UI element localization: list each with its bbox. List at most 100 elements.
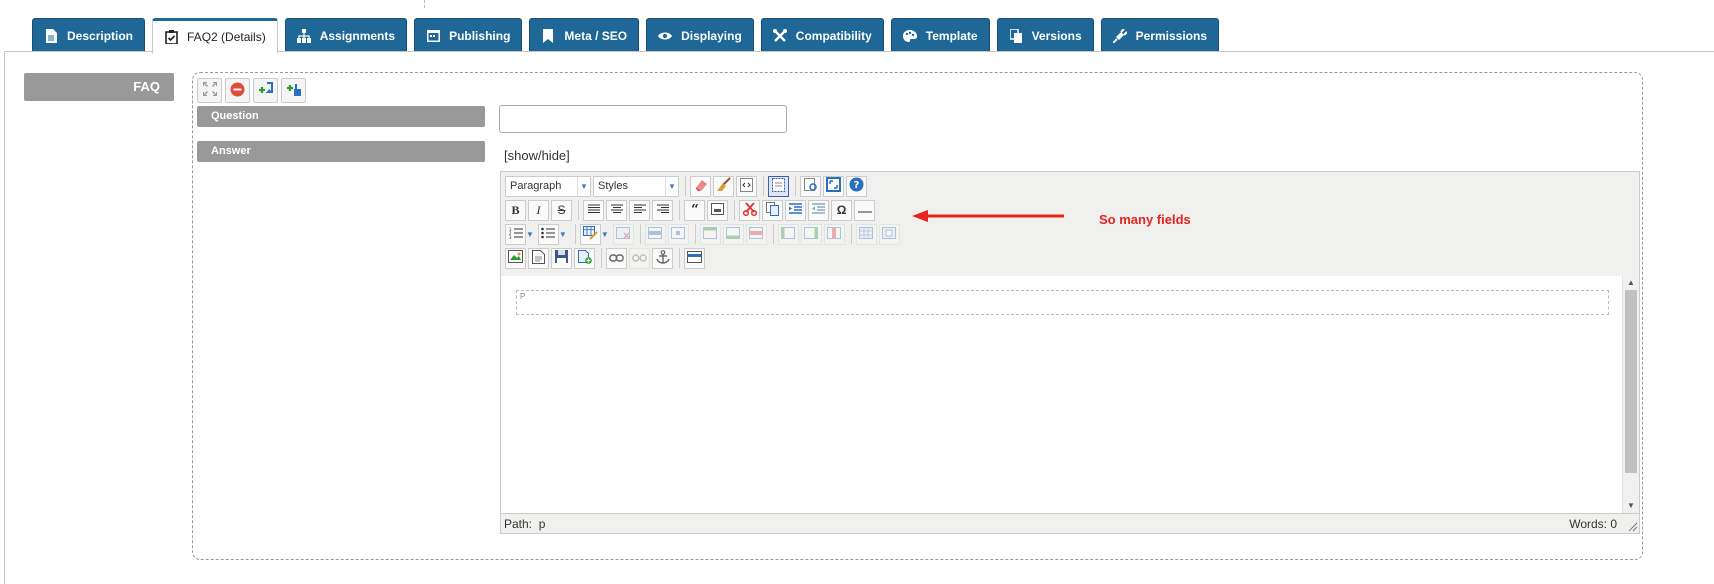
add-before-button[interactable] bbox=[253, 78, 278, 103]
fullscreen-icon bbox=[826, 177, 841, 195]
tab-template[interactable]: Template bbox=[890, 18, 990, 52]
anchor-button[interactable] bbox=[652, 247, 673, 269]
bold-button[interactable]: B bbox=[505, 199, 526, 221]
indent-button[interactable] bbox=[785, 199, 806, 221]
svg-text:3: 3 bbox=[509, 235, 512, 239]
format-select[interactable]: Paragraph ▼ bbox=[505, 175, 591, 197]
clear-formatting-button[interactable] bbox=[690, 175, 711, 197]
tab-compatibility[interactable]: Compatibility bbox=[760, 18, 884, 52]
align-right-button[interactable] bbox=[652, 199, 673, 221]
unlink-button[interactable] bbox=[629, 247, 650, 269]
insert-table-button[interactable] bbox=[579, 223, 601, 245]
drag-handle-button[interactable] bbox=[197, 78, 222, 103]
cleanup-button[interactable] bbox=[713, 175, 734, 197]
tab-permissions[interactable]: Permissions bbox=[1100, 18, 1219, 52]
scroll-up-icon[interactable]: ▲ bbox=[1623, 276, 1639, 290]
special-character-button[interactable]: Ω bbox=[831, 199, 852, 221]
split-cells-button[interactable] bbox=[855, 223, 877, 245]
add-after-button[interactable] bbox=[281, 78, 306, 103]
preview-button[interactable] bbox=[800, 175, 821, 197]
align-left-button[interactable] bbox=[629, 199, 650, 221]
tab-publishing[interactable]: Publishing bbox=[414, 18, 523, 52]
chevron-down-icon: ▼ bbox=[577, 176, 590, 196]
question-input[interactable] bbox=[499, 105, 787, 133]
table-delete-icon bbox=[616, 226, 631, 242]
numbered-list-button[interactable]: 123 bbox=[505, 223, 526, 245]
source-code-button[interactable] bbox=[736, 175, 757, 197]
page-break-button[interactable] bbox=[684, 247, 705, 269]
cut-button[interactable] bbox=[739, 199, 760, 221]
tab-faq2-details[interactable]: FAQ2 (Details) bbox=[152, 18, 278, 54]
tab-label: Assignments bbox=[319, 28, 396, 43]
scissors-icon bbox=[742, 201, 757, 219]
eraser-icon bbox=[694, 178, 708, 195]
outdent-button[interactable] bbox=[808, 199, 829, 221]
visual-aid-icon bbox=[772, 177, 785, 195]
chevron-down-icon[interactable]: ▼ bbox=[526, 230, 534, 239]
visual-aid-button[interactable] bbox=[768, 175, 789, 197]
editor-scrollbar[interactable]: ▲ ▼ bbox=[1622, 276, 1639, 513]
row-after-button[interactable] bbox=[722, 223, 744, 245]
preview-icon bbox=[803, 177, 818, 195]
tab-meta-seo[interactable]: Meta / SEO bbox=[529, 18, 640, 52]
frame-icon bbox=[711, 202, 724, 218]
italic-button[interactable]: I bbox=[528, 199, 549, 221]
cell-props-button[interactable] bbox=[667, 223, 689, 245]
faq-item-tools bbox=[197, 78, 306, 103]
show-hide-toggle[interactable]: [show/hide] bbox=[504, 148, 570, 163]
row-before-button[interactable] bbox=[699, 223, 721, 245]
strikethrough-button[interactable]: S bbox=[551, 199, 572, 221]
copy-icon bbox=[766, 201, 779, 219]
insert-file-button[interactable] bbox=[528, 247, 549, 269]
insert-image-button[interactable] bbox=[505, 247, 526, 269]
editor-content-area[interactable]: P bbox=[501, 276, 1623, 513]
styles-select[interactable]: Styles ▼ bbox=[593, 175, 679, 197]
col-before-button[interactable] bbox=[777, 223, 799, 245]
styles-select-value: Styles bbox=[598, 180, 628, 192]
wrench-icon bbox=[772, 28, 787, 43]
align-center-button[interactable] bbox=[606, 199, 627, 221]
toolbar-separator bbox=[601, 248, 602, 268]
fullscreen-button[interactable] bbox=[823, 175, 844, 197]
toolbar-separator bbox=[734, 200, 735, 220]
chevron-down-icon[interactable]: ▼ bbox=[601, 230, 609, 239]
delete-col-button[interactable] bbox=[823, 223, 845, 245]
tab-label: FAQ2 (Details) bbox=[187, 30, 266, 44]
justify-button[interactable] bbox=[583, 199, 604, 221]
format-select-value: Paragraph bbox=[510, 180, 562, 192]
copy-button[interactable] bbox=[762, 199, 783, 221]
scrollbar-thumb[interactable] bbox=[1625, 290, 1637, 473]
delete-row-button[interactable] bbox=[745, 223, 767, 245]
insert-element-button[interactable] bbox=[707, 199, 728, 221]
row-props-button[interactable] bbox=[644, 223, 666, 245]
resize-grip-icon[interactable] bbox=[1626, 520, 1638, 532]
copy-icon bbox=[1009, 28, 1023, 43]
blockquote-button[interactable]: “ bbox=[684, 199, 705, 221]
delete-table-button[interactable] bbox=[612, 223, 634, 245]
bullet-list-button[interactable] bbox=[537, 223, 559, 245]
tab-versions[interactable]: Versions bbox=[996, 18, 1094, 52]
paragraph-block[interactable]: P bbox=[516, 290, 1609, 315]
tab-description[interactable]: Description bbox=[32, 18, 146, 52]
align-justify-icon bbox=[587, 203, 600, 217]
remove-item-button[interactable] bbox=[225, 78, 250, 103]
tab-displaying[interactable]: Displaying bbox=[646, 18, 754, 52]
insert-media-button[interactable] bbox=[551, 247, 572, 269]
move-arrows-icon bbox=[202, 82, 217, 99]
help-button[interactable]: ? bbox=[846, 175, 867, 197]
horizontal-rule-icon bbox=[857, 203, 872, 217]
insert-template-button[interactable] bbox=[574, 247, 595, 269]
floppy-icon bbox=[555, 250, 568, 266]
tab-assignments[interactable]: Assignments bbox=[284, 18, 408, 52]
tab-bar: Description FAQ2 (Details) Assignments P… bbox=[32, 18, 1219, 54]
insert-link-button[interactable] bbox=[606, 247, 627, 269]
scroll-down-icon[interactable]: ▼ bbox=[1623, 499, 1639, 513]
anchor-icon bbox=[655, 249, 670, 267]
indent-icon bbox=[789, 202, 802, 218]
horizontal-rule-button[interactable] bbox=[854, 199, 875, 221]
col-before-icon bbox=[781, 226, 796, 242]
col-after-button[interactable] bbox=[800, 223, 822, 245]
merge-cells-button[interactable] bbox=[878, 223, 900, 245]
chevron-down-icon[interactable]: ▼ bbox=[559, 230, 567, 239]
path-value[interactable]: p bbox=[539, 517, 546, 531]
